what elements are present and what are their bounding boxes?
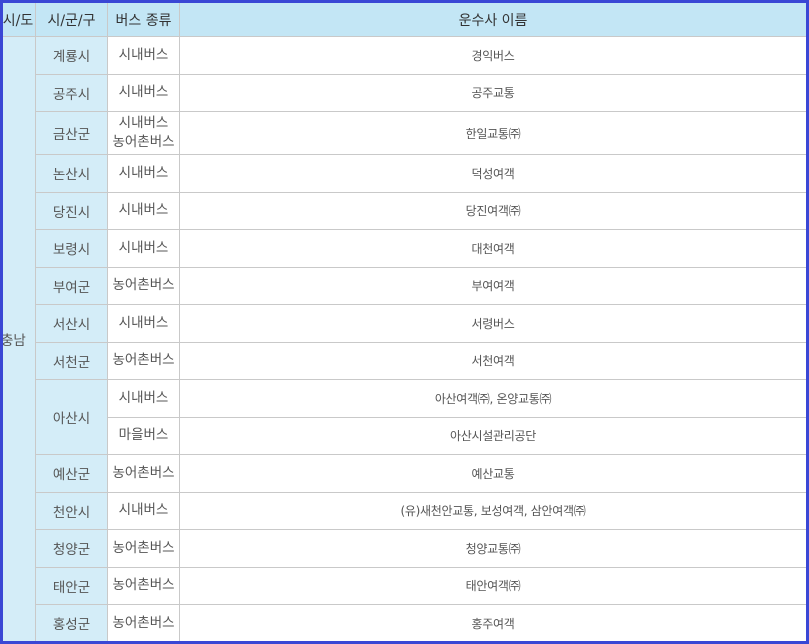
- cell-bus-type: 농어촌버스: [107, 341, 180, 380]
- table-row: 공주시 시내버스 공주교통: [3, 73, 806, 112]
- cell-bus-type: 마을버스: [107, 416, 180, 455]
- bus-type-line: 시내버스: [118, 115, 169, 131]
- cell-sigungu: 태안군: [35, 566, 108, 605]
- bus-operators-table: 시/도 시/군/구 버스 종류 운수사 이름 충남 계룡시 시내버스 경익버스 …: [3, 3, 806, 641]
- cell-bus-type: 시내버스: [107, 36, 180, 75]
- cell-sigungu: 홍성군: [35, 604, 108, 641]
- table-header-row: 시/도 시/군/구 버스 종류 운수사 이름: [3, 3, 806, 37]
- cell-bus-type: 시내버스: [107, 154, 180, 193]
- table-row: 천안시 시내버스 (유)새천안교통, 보성여객, 삼안여객㈜: [3, 491, 806, 530]
- cell-bus-type: 시내버스: [107, 191, 180, 230]
- table-row: 논산시 시내버스 덕성여객: [3, 154, 806, 193]
- table-row: 당진시 시내버스 당진여객㈜: [3, 191, 806, 230]
- header-sido: 시/도: [3, 3, 36, 37]
- table-row: 예산군 농어촌버스 예산교통: [3, 454, 806, 493]
- cell-operators: 공주교통: [179, 73, 806, 112]
- cell-bus-type: 농어촌버스: [107, 604, 180, 641]
- cell-sigungu: 논산시: [35, 154, 108, 193]
- cell-sigungu: 서천군: [35, 341, 108, 380]
- cell-operators: 서천여객: [179, 341, 806, 380]
- cell-sigungu: 예산군: [35, 454, 108, 493]
- cell-operators: 서령버스: [179, 304, 806, 343]
- cell-bus-type: 농어촌버스: [107, 454, 180, 493]
- cell-operators: 경익버스: [179, 36, 806, 75]
- table-row: 아산시 시내버스 아산여객㈜, 온양교통㈜: [3, 379, 806, 455]
- cell-operators: 예산교통: [179, 454, 806, 493]
- cell-operators: 부여여객: [179, 266, 806, 305]
- cell-operators: 홍주여객: [179, 604, 806, 641]
- header-operator-name: 운수사 이름: [179, 3, 806, 37]
- table-row: 청양군 농어촌버스 청양교통㈜: [3, 529, 806, 568]
- cell-sigungu: 계룡시: [35, 36, 108, 75]
- cell-bus-type: 농어촌버스: [107, 566, 180, 605]
- table-row: 금산군 시내버스 농어촌버스 한일교통㈜: [3, 111, 806, 155]
- cell-operators: 덕성여객: [179, 154, 806, 193]
- cell-sigungu: 부여군: [35, 266, 108, 305]
- cell-sido: 충남: [3, 36, 36, 641]
- table-row: 보령시 시내버스 대천여객: [3, 229, 806, 268]
- header-bus-type: 버스 종류: [107, 3, 180, 37]
- table-row: 홍성군 농어촌버스 홍주여객: [3, 604, 806, 641]
- cell-sigungu: 공주시: [35, 73, 108, 112]
- cell-sigungu: 당진시: [35, 191, 108, 230]
- header-sigungu: 시/군/구: [35, 3, 108, 37]
- cell-operators: 당진여객㈜: [179, 191, 806, 230]
- cell-operators: 아산시설관리공단: [179, 416, 806, 455]
- bus-type-line: 농어촌버스: [112, 134, 175, 150]
- cell-sigungu: 아산시: [35, 379, 108, 455]
- cell-operators: 청양교통㈜: [179, 529, 806, 568]
- table-row: 부여군 농어촌버스 부여여객: [3, 266, 806, 305]
- cell-operators: 태안여객㈜: [179, 566, 806, 605]
- cell-bus-type: 시내버스: [107, 229, 180, 268]
- cell-sigungu: 천안시: [35, 491, 108, 530]
- cell-operators: 한일교통㈜: [179, 111, 806, 155]
- cell-sigungu: 금산군: [35, 111, 108, 155]
- table-row: 서천군 농어촌버스 서천여객: [3, 341, 806, 380]
- cell-sigungu: 청양군: [35, 529, 108, 568]
- cell-sigungu: 서산시: [35, 304, 108, 343]
- cell-sigungu: 보령시: [35, 229, 108, 268]
- table-row: 충남 계룡시 시내버스 경익버스: [3, 36, 806, 641]
- cell-bus-type: 시내버스: [107, 379, 180, 418]
- cell-bus-type: 시내버스 농어촌버스: [107, 111, 180, 155]
- cell-operators: 대천여객: [179, 229, 806, 268]
- cell-bus-type: 농어촌버스: [107, 266, 180, 305]
- table-row: 태안군 농어촌버스 태안여객㈜: [3, 566, 806, 605]
- cell-operators: 아산여객㈜, 온양교통㈜: [179, 379, 806, 418]
- cell-bus-type: 시내버스: [107, 491, 180, 530]
- table-row: 마을버스 아산시설관리공단: [3, 416, 806, 455]
- cell-operators: (유)새천안교통, 보성여객, 삼안여객㈜: [179, 491, 806, 530]
- cell-bus-type: 농어촌버스: [107, 529, 180, 568]
- cell-bus-type: 시내버스: [107, 304, 180, 343]
- bus-operators-table-frame: 시/도 시/군/구 버스 종류 운수사 이름 충남 계룡시 시내버스 경익버스 …: [0, 0, 809, 644]
- table-row: 서산시 시내버스 서령버스: [3, 304, 806, 343]
- cell-bus-type: 시내버스: [107, 73, 180, 112]
